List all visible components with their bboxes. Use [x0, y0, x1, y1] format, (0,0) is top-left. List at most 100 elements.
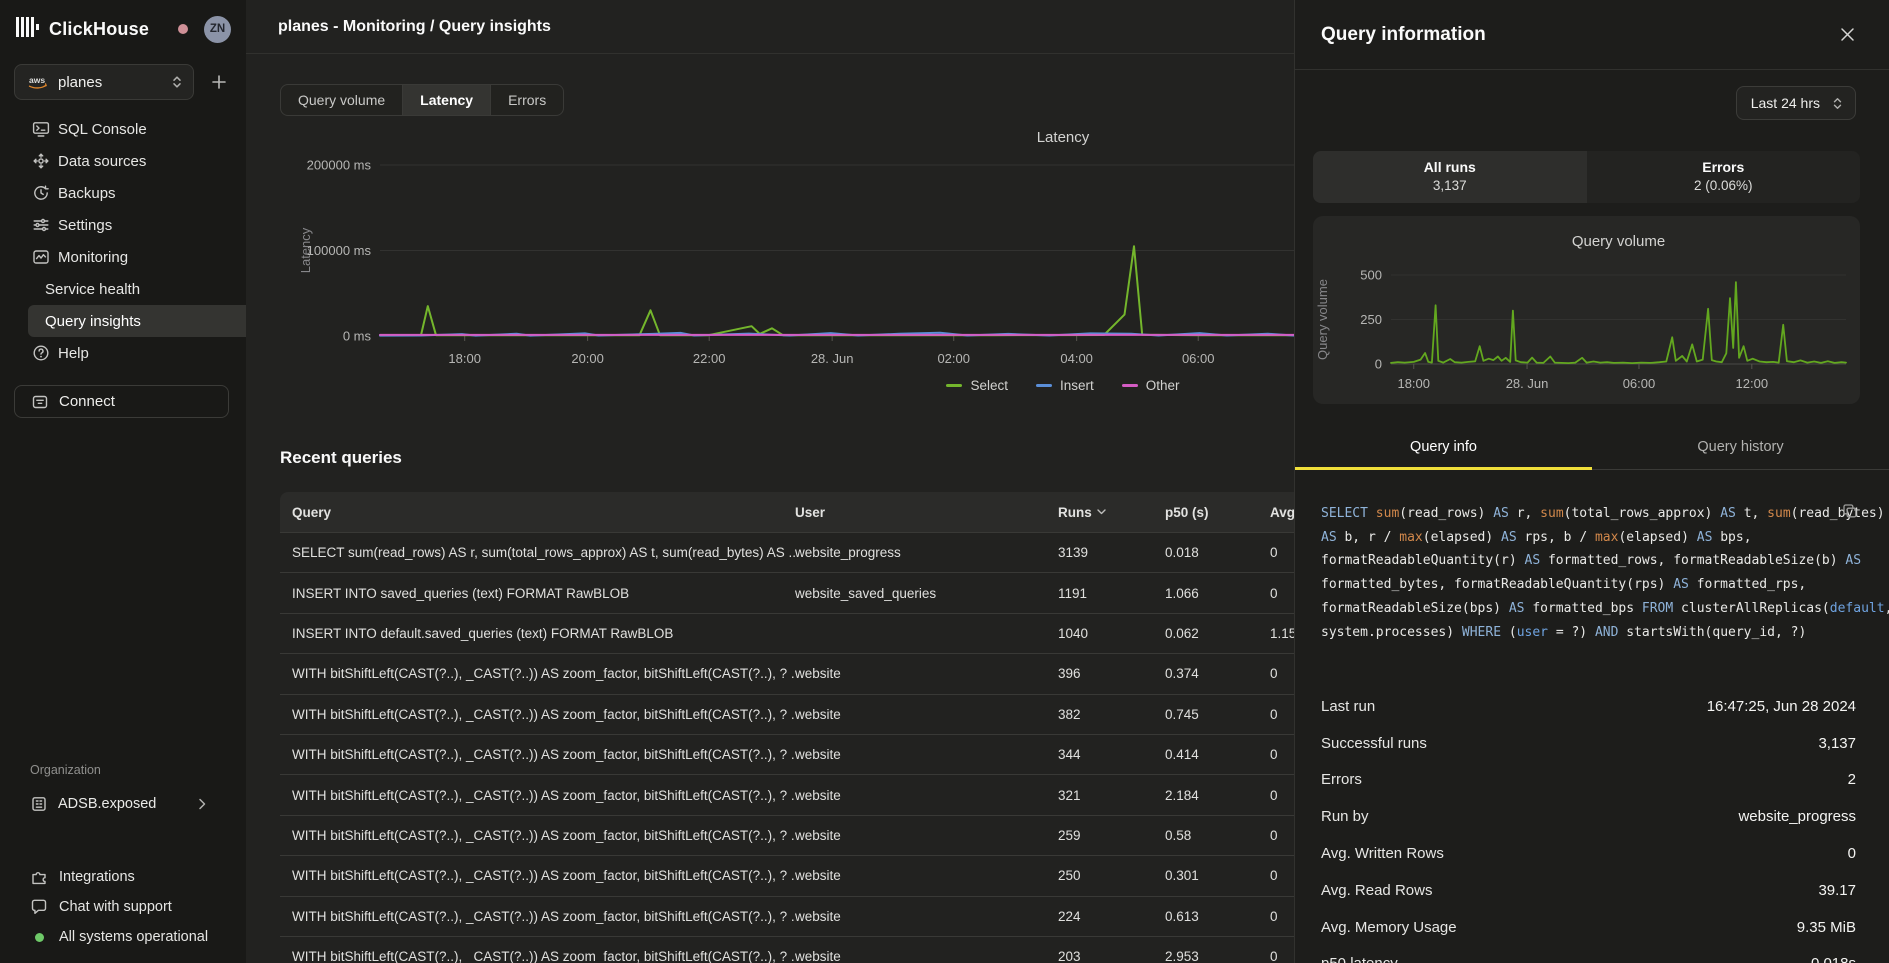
- organization-switcher[interactable]: ADSB.exposed: [0, 789, 246, 819]
- sidebar-item-label: Backups: [58, 185, 116, 202]
- legend-item-insert[interactable]: Insert: [1036, 378, 1094, 393]
- time-range-select[interactable]: Last 24 hrs: [1736, 86, 1856, 120]
- column-header-runs[interactable]: Runs: [1058, 505, 1165, 520]
- footer-item-all-systems-operational[interactable]: All systems operational: [0, 922, 246, 952]
- service-row: aws planes: [14, 64, 234, 100]
- connect-label: Connect: [59, 393, 115, 410]
- legend-item-select[interactable]: Select: [946, 378, 1008, 393]
- x-tick-label: 22:00: [693, 351, 726, 366]
- cell-q: INSERT INTO default.saved_queries (text)…: [280, 626, 795, 641]
- service-selector[interactable]: aws planes: [14, 64, 194, 100]
- cell-r: 224: [1058, 909, 1165, 924]
- sidebar-item-settings[interactable]: Settings: [28, 209, 246, 241]
- summary-tab-value: 3,137: [1313, 178, 1587, 193]
- column-header-p50-s[interactable]: p50 (s): [1165, 505, 1270, 520]
- footer-item-integrations[interactable]: Integrations: [0, 862, 246, 892]
- panel-tab-query-info[interactable]: Query info: [1295, 436, 1592, 469]
- chart-title: Query volume: [1572, 233, 1665, 250]
- footer-item-chat-with-support[interactable]: Chat with support: [0, 892, 246, 922]
- cell-p: 2.953: [1165, 949, 1270, 963]
- cell-q: SELECT sum(read_rows) AS r, sum(total_ro…: [280, 545, 795, 560]
- chevron-up-down-icon: [1832, 97, 1843, 110]
- y-axis-title: Query volume: [1315, 279, 1330, 360]
- data-sources-icon: [32, 152, 50, 170]
- x-tick-label: 18:00: [1397, 376, 1430, 391]
- sidebar-item-monitoring[interactable]: Monitoring: [28, 241, 246, 273]
- sidebar-item-backups[interactable]: Backups: [28, 177, 246, 209]
- close-panel-button[interactable]: [1836, 23, 1859, 46]
- tab-errors[interactable]: Errors: [491, 85, 563, 115]
- avatar[interactable]: ZN: [204, 16, 231, 43]
- tab-query-volume[interactable]: Query volume: [281, 85, 403, 115]
- cell-r: 3139: [1058, 545, 1165, 560]
- connect-button[interactable]: Connect: [14, 385, 229, 418]
- stat-value: 0.018s: [1811, 955, 1856, 963]
- copy-icon[interactable]: [1842, 503, 1858, 519]
- x-tick-label: 20:00: [571, 351, 604, 366]
- brand-name: ClickHouse: [49, 19, 149, 40]
- service-selector-label: planes: [58, 74, 162, 91]
- legend-item-other[interactable]: Other: [1122, 378, 1180, 393]
- stat-value: 0: [1848, 845, 1856, 862]
- clickhouse-console: ClickHouse ZN aws planes SQL Console Data…: [0, 0, 1889, 963]
- cell-r: 203: [1058, 949, 1165, 963]
- sidebar-item-sql-console[interactable]: SQL Console: [28, 113, 246, 145]
- cell-q: WITH bitShiftLeft(CAST(?..), _CAST(?..))…: [280, 788, 795, 803]
- notification-dot[interactable]: [178, 24, 188, 34]
- column-header-user[interactable]: User: [795, 505, 1058, 520]
- cell-r: 259: [1058, 828, 1165, 843]
- cell-p: 0.613: [1165, 909, 1270, 924]
- stat-row-avg-written-rows: Avg. Written Rows0: [1321, 835, 1856, 872]
- sidebar-item-data-sources[interactable]: Data sources: [28, 145, 246, 177]
- x-tick-label: 18:00: [448, 351, 481, 366]
- clickhouse-logo-icon[interactable]: [14, 13, 42, 46]
- y-tick-label: 100000 ms: [307, 243, 372, 258]
- cell-u: website: [795, 949, 1058, 963]
- stat-value: 39.17: [1818, 882, 1856, 899]
- tab-latency[interactable]: Latency: [403, 85, 491, 115]
- x-tick-label: 06:00: [1182, 351, 1215, 366]
- sidebar-item-label: Query insights: [45, 313, 141, 330]
- query-information-panel: Query information Last 24 hrs All runs3,…: [1294, 0, 1889, 963]
- status-dot-icon: [30, 933, 48, 942]
- stat-row-run-by: Run bywebsite_progress: [1321, 798, 1856, 835]
- x-tick-label: 28. Jun: [811, 351, 854, 366]
- stat-value: 9.35 MiB: [1797, 919, 1856, 936]
- sql-code-line: formatReadableSize(bps) AS formatted_bps…: [1321, 597, 1856, 621]
- recent-queries-title: Recent queries: [280, 448, 402, 468]
- column-header-query[interactable]: Query: [280, 505, 795, 520]
- aws-icon: aws: [27, 75, 49, 90]
- sidebar-item-query-insights[interactable]: Query insights: [28, 305, 246, 337]
- chevron-right-icon: [197, 798, 208, 810]
- cell-q: WITH bitShiftLeft(CAST(?..), _CAST(?..))…: [280, 868, 795, 883]
- svg-text:aws: aws: [29, 75, 45, 85]
- sidebar-item-help[interactable]: Help: [28, 337, 246, 369]
- cell-u: website_progress: [795, 545, 1058, 560]
- cell-p: 0.414: [1165, 747, 1270, 762]
- cell-u: website: [795, 828, 1058, 843]
- sql-code-line: formatReadableQuantity(r) AS formatted_r…: [1321, 549, 1856, 573]
- legend-label: Select: [970, 378, 1008, 393]
- stat-value: 2: [1848, 771, 1856, 788]
- cell-p: 0.374: [1165, 666, 1270, 681]
- sidebar-item-service-health[interactable]: Service health: [28, 273, 246, 305]
- stat-row-p50-latency: p50 latency0.018s: [1321, 946, 1856, 963]
- cell-p: 1.066: [1165, 586, 1270, 601]
- legend-label: Insert: [1060, 378, 1094, 393]
- add-service-button[interactable]: [204, 67, 234, 97]
- panel-tab-query-history[interactable]: Query history: [1592, 436, 1889, 469]
- cell-q: WITH bitShiftLeft(CAST(?..), _CAST(?..))…: [280, 707, 795, 722]
- cell-u: website: [795, 666, 1058, 681]
- panel-header: Query information: [1295, 0, 1889, 70]
- sidebar-item-label: SQL Console: [58, 121, 147, 138]
- stat-value: 3,137: [1818, 735, 1856, 752]
- footer-item-label: All systems operational: [59, 929, 208, 945]
- summary-tab-errors[interactable]: Errors2 (0.06%): [1587, 151, 1861, 203]
- sort-chevron-down-icon: [1097, 509, 1106, 515]
- connect-icon: [31, 393, 49, 411]
- summary-tab-all-runs[interactable]: All runs3,137: [1313, 151, 1587, 203]
- query-volume-card: Query volumeQuery volume025050018:0028. …: [1313, 216, 1860, 404]
- query-stats-list: Last run16:47:25, Jun 28 2024Successful …: [1321, 688, 1856, 963]
- y-tick-label: 500: [1360, 268, 1382, 283]
- legend-label: Other: [1146, 378, 1180, 393]
